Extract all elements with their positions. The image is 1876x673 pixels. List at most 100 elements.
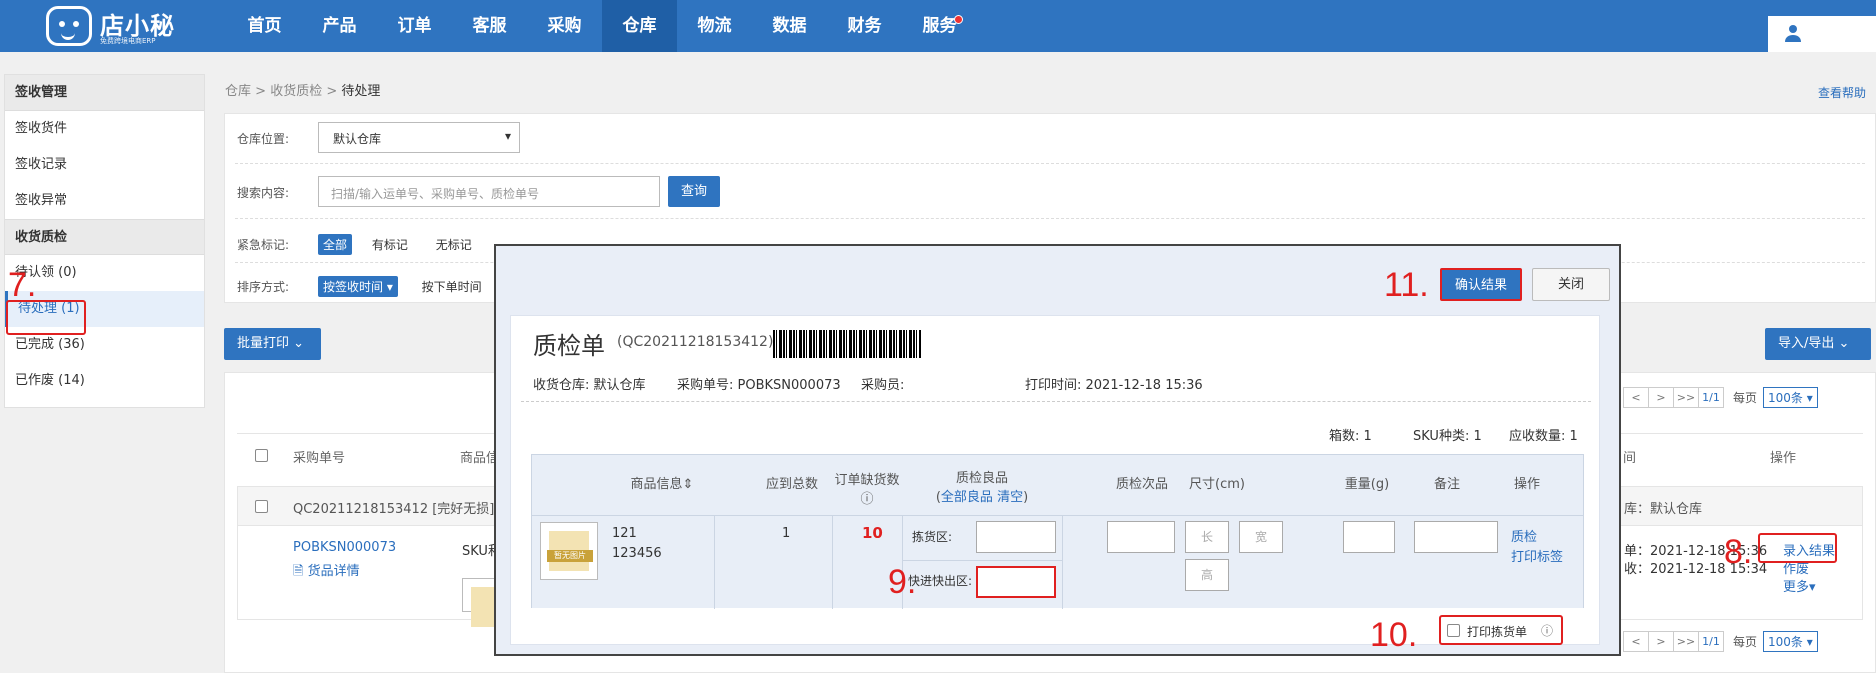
annotation-11: 11.: [1384, 266, 1429, 304]
height-input[interactable]: 高: [1185, 559, 1229, 591]
goods-detail-label: 货品详情: [307, 564, 360, 579]
pager-next[interactable]: >: [1648, 387, 1674, 408]
row-checkbox[interactable]: [255, 500, 268, 513]
pager-prev[interactable]: <: [1623, 387, 1649, 408]
batch-print-button[interactable]: 批量打印 ⌄: [224, 328, 321, 360]
urgent-unmarked[interactable]: 无标记: [436, 238, 472, 252]
all-good-link[interactable]: 全部良品: [941, 490, 993, 505]
breadcrumb-sep: >: [322, 84, 342, 99]
stat-boxes: 箱数: 1: [1329, 429, 1372, 444]
nav-home[interactable]: 首页: [227, 0, 302, 52]
col-due-total: 应到总数: [765, 477, 818, 492]
divider: [235, 163, 1865, 164]
urgent-marked[interactable]: 有标记: [372, 238, 408, 252]
pager-next[interactable]: >: [1648, 631, 1674, 652]
nav-warehouse[interactable]: 仓库: [602, 0, 677, 52]
remark-input[interactable]: [1414, 521, 1498, 553]
sort-label: 排序方式:: [237, 280, 290, 294]
warehouse-select[interactable]: 默认仓库: [318, 122, 520, 153]
divider: [902, 560, 1062, 561]
urgent-options: 全部 有标记 无标记: [318, 234, 472, 255]
nav-logistics[interactable]: 物流: [677, 0, 752, 52]
select-all-checkbox[interactable]: [255, 449, 268, 462]
print-label-link[interactable]: 打印标签: [1511, 546, 1563, 565]
stat-due-qty: 应收数量: 1: [1509, 429, 1578, 444]
sidebar-item-receive-exceptions[interactable]: 签收异常: [5, 183, 204, 219]
sort-by-order-time[interactable]: 按下单时间: [422, 280, 482, 294]
breadcrumb-current: 待处理: [341, 84, 381, 99]
pick-area-label: 拣货区:: [912, 530, 953, 544]
per-page-select[interactable]: 100条 ▾: [1763, 387, 1818, 408]
nav-finance[interactable]: 财务: [827, 0, 902, 52]
col-weight: 重量(g): [1344, 477, 1390, 492]
nav-services[interactable]: 服务: [902, 0, 977, 52]
breadcrumb: 仓库 > 收货质检 > 待处理: [225, 80, 380, 99]
row-code: 123456: [612, 546, 662, 561]
search-input[interactable]: 扫描/输入运单号、采购单号、质检单号: [318, 176, 660, 207]
search-label: 搜索内容:: [237, 186, 290, 200]
clear-link[interactable]: 清空: [997, 490, 1023, 505]
col-remark: 备注: [1433, 477, 1460, 492]
per-page-label: 每页: [1733, 635, 1758, 649]
defective-input[interactable]: [1107, 521, 1175, 553]
help-circle-icon[interactable]: ⓘ: [1541, 622, 1553, 639]
help-circle-icon[interactable]: ⓘ: [832, 488, 902, 507]
import-export-button[interactable]: 导入/导出 ⌄: [1765, 328, 1871, 360]
sidebar-item-receive-parcel[interactable]: 签收货件: [5, 111, 204, 147]
po-link[interactable]: POBKSN000073: [293, 540, 396, 555]
urgent-all[interactable]: 全部: [318, 234, 353, 255]
import-export-label: 导入/导出: [1778, 336, 1835, 351]
breadcrumb-qc[interactable]: 收货质检: [270, 84, 322, 99]
query-button[interactable]: 查询: [668, 176, 720, 207]
annotation-9: 9.: [888, 563, 917, 601]
nav-product[interactable]: 产品: [302, 0, 377, 52]
pick-area-input[interactable]: [976, 521, 1056, 553]
fast-area-input[interactable]: [976, 566, 1056, 598]
fast-area-label: 快进快出区:: [908, 574, 973, 588]
col-ops: 操作: [1770, 451, 1797, 466]
divider: [714, 516, 715, 609]
user-icon: [1785, 25, 1801, 42]
nav-order[interactable]: 订单: [377, 0, 452, 52]
width-input[interactable]: 宽: [1239, 521, 1283, 553]
pager-last[interactable]: >>: [1673, 387, 1699, 408]
help-link[interactable]: 查看帮助: [1818, 84, 1866, 101]
goods-row: 暂无图片 121 123456 1 10 拣货区: 快进快出区: 长 宽 高 质…: [532, 515, 1583, 609]
breadcrumb-sep: >: [251, 84, 271, 99]
brand-logo[interactable]: 店小秘 免费跨境电商ERP: [46, 2, 176, 48]
chevron-down-icon: ⌄: [293, 336, 305, 351]
sort-by-receive-time[interactable]: 按签收时间 ▾: [318, 276, 398, 297]
print-pick-checkbox[interactable]: [1447, 624, 1460, 637]
confirm-result-button[interactable]: 确认结果: [1440, 268, 1522, 301]
sidebar-item-voided[interactable]: 已作废 (14): [5, 363, 204, 399]
row-sku: 121: [612, 526, 637, 541]
qc-link[interactable]: 质检: [1511, 526, 1537, 545]
divider: [832, 516, 833, 609]
per-page-select[interactable]: 100条 ▾: [1763, 631, 1818, 652]
pager-top: < > >> 1/1 每页 100条 ▾: [1623, 387, 1818, 408]
main-nav: 首页 产品 订单 客服 采购 仓库 物流 数据 财务 服务: [227, 0, 977, 52]
breadcrumb-warehouse[interactable]: 仓库: [225, 84, 251, 99]
weight-input[interactable]: [1343, 521, 1395, 553]
sidebar-section-qc: 收货质检: [5, 219, 204, 255]
nav-purchase[interactable]: 采购: [527, 0, 602, 52]
highlight-pending: [6, 300, 86, 335]
annotation-7: 7.: [8, 266, 37, 304]
urgent-label: 紧急标记:: [237, 238, 290, 252]
meta-warehouse: 收货仓库: 默认仓库: [533, 378, 646, 393]
print-pick-label: 打印拣货单: [1467, 625, 1528, 639]
pager-last[interactable]: >>: [1673, 631, 1699, 652]
nav-data[interactable]: 数据: [752, 0, 827, 52]
col-goods-info[interactable]: 商品信息⇕: [612, 455, 712, 515]
print-pick-toggle[interactable]: 打印拣货单 ⓘ: [1439, 615, 1563, 645]
top-navbar: 店小秘 免费跨境电商ERP 首页 产品 订单 客服 采购 仓库 物流 数据 财务…: [0, 0, 1876, 52]
more-link[interactable]: 更多▾: [1783, 576, 1816, 595]
close-button[interactable]: 关闭: [1532, 268, 1610, 301]
goods-detail-link[interactable]: 🗎 货品详情: [293, 560, 360, 584]
pager-prev[interactable]: <: [1623, 631, 1649, 652]
nav-services-label: 服务: [922, 16, 957, 36]
sidebar-item-receive-records[interactable]: 签收记录: [5, 147, 204, 183]
user-menu[interactable]: [1768, 16, 1876, 52]
length-input[interactable]: 长: [1185, 521, 1229, 553]
nav-service[interactable]: 客服: [452, 0, 527, 52]
